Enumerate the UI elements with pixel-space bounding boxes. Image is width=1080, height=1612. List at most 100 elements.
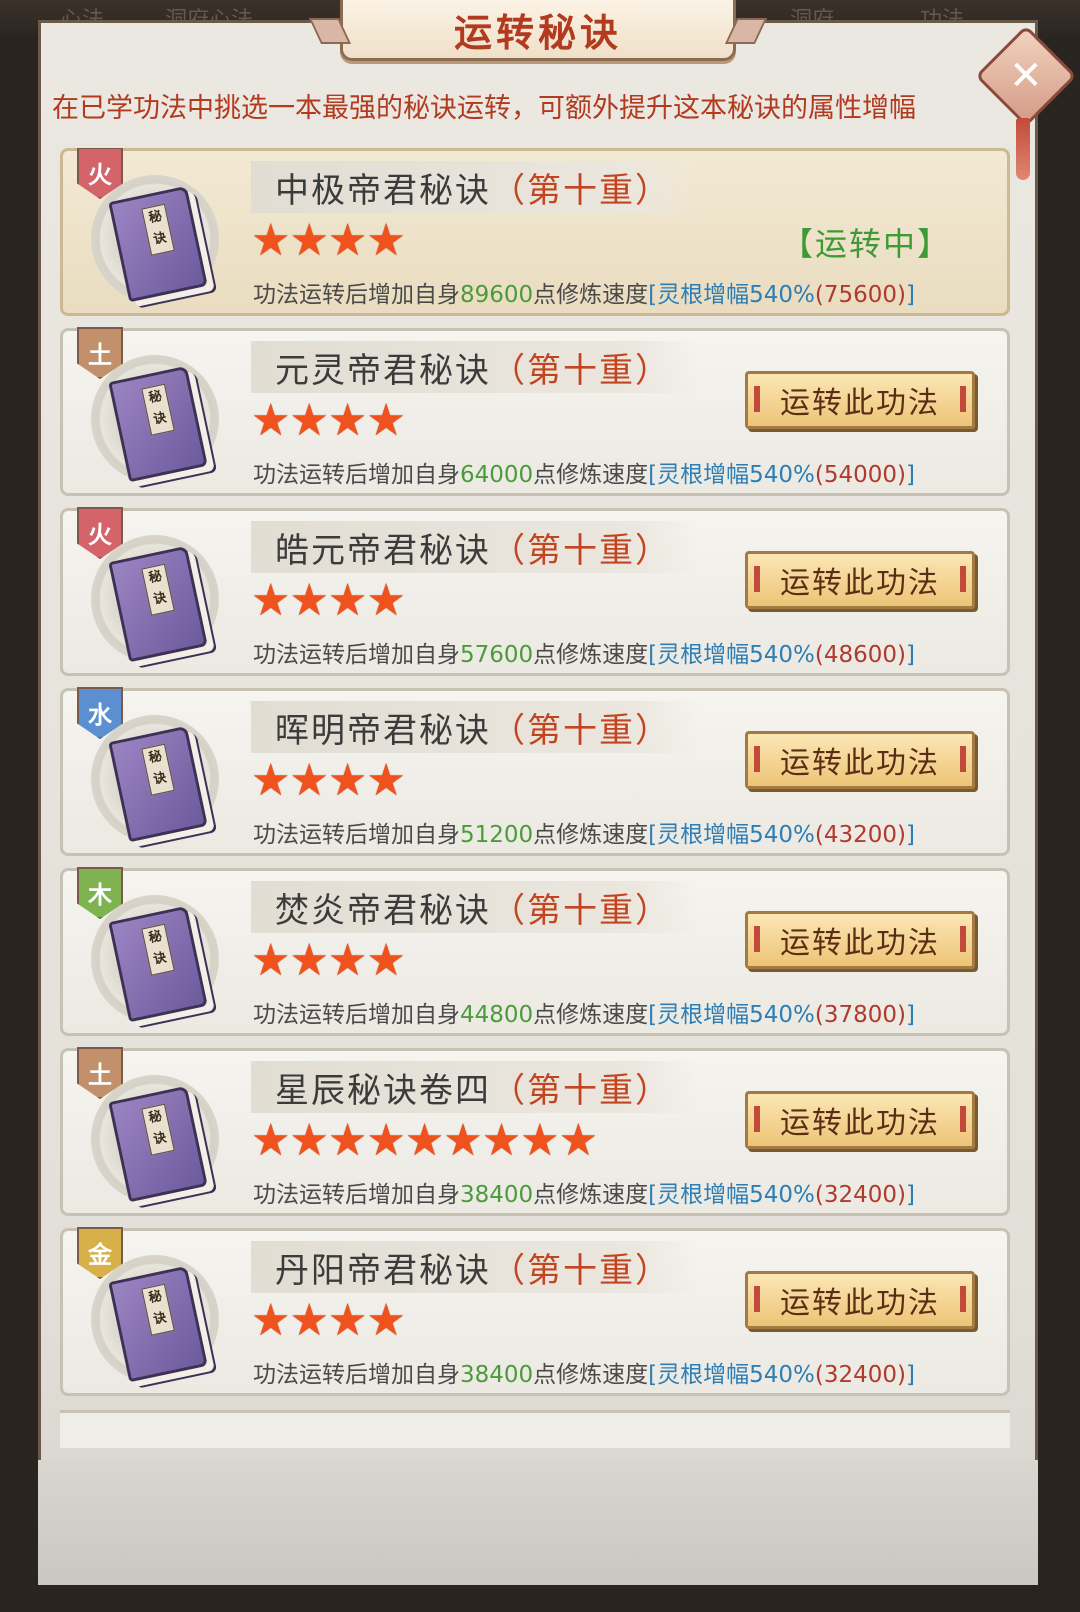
speed-value: 57600 [460,642,534,668]
speed-value: 64000 [460,462,534,488]
desc-suffix: 点修炼速度 [533,822,649,848]
bonus-value: (32400) [814,1362,907,1388]
star-icon: ★ [366,755,406,806]
run-technique-button[interactable]: 运转此功法 [745,731,975,789]
bonus-value: (75600) [814,282,907,308]
title-plate: 运转秘诀 [340,0,736,61]
technique-description: 功法运转后增加自身89600点修炼速度[灵根增幅540%(75600)] [253,275,915,309]
star-icon: ★ [289,935,329,986]
bonus-info: [灵根增幅540%(37800)] [648,1002,916,1028]
technique-name-text: 元灵帝君秘诀 [275,351,491,391]
technique-list[interactable]: 秘诀 火 中极帝君秘诀（第十重） ★ ★ ★ ★ 功法运转后增加自身89600点修炼速… [55,148,1015,1448]
star-icon: ★ [251,575,291,626]
star-icon: ★ [558,1115,599,1166]
speed-value: 38400 [460,1182,534,1208]
run-technique-button[interactable]: 运转此功法 [745,1091,975,1149]
book-label: 秘诀 [141,743,175,796]
technique-name: 中极帝君秘诀（第十重） [275,163,671,212]
book-label: 秘诀 [141,1103,175,1156]
desc-prefix: 功法运转后增加自身 [253,642,460,668]
run-technique-button[interactable]: 运转此功法 [745,371,975,429]
star-icon: ★ [251,215,291,266]
star-icon: ★ [251,395,291,446]
bonus-label: [灵根增幅540% [648,1362,815,1388]
technique-layer: （第十重） [491,1071,671,1111]
star-icon: ★ [327,935,368,986]
technique-description: 功法运转后增加自身38400点修炼速度[灵根增幅540%(32400)] [253,1175,915,1209]
book-label: 秘诀 [141,1283,175,1336]
star-icon: ★ [327,1115,368,1166]
star-rating: ★ ★ ★ ★ [251,935,406,986]
technique-row: 秘诀 土 元灵帝君秘诀（第十重） ★ ★ ★ ★ 功法运转后增加自身64000点修炼速… [60,327,1010,496]
technique-layer: （第十重） [491,351,671,391]
star-icon: ★ [520,1115,560,1166]
bonus-label: [灵根增幅540% [648,822,815,848]
technique-description: 功法运转后增加自身57600点修炼速度[灵根增幅540%(48600)] [253,635,915,669]
star-icon: ★ [404,1115,445,1166]
desc-suffix: 点修炼速度 [533,462,649,488]
run-technique-button[interactable]: 运转此功法 [745,911,975,969]
bonus-value: (43200) [814,822,907,848]
technique-description: 功法运转后增加自身64000点修炼速度[灵根增幅540%(54000)] [253,455,915,489]
technique-row: 秘诀 火 中极帝君秘诀（第十重） ★ ★ ★ ★ 功法运转后增加自身89600点修炼速… [60,148,1010,316]
dialog-footer [38,1460,1038,1585]
hint-text: 在已学功法中挑选一本最强的秘诀运转，可额外提升这本秘诀的属性增幅 [52,93,916,124]
bonus-label: [灵根增幅540% [648,462,815,488]
technique-name: 晖明帝君秘诀（第十重） [275,703,671,752]
run-technique-button[interactable]: 运转此功法 [745,551,975,609]
bonus-info: [灵根增幅540%(75600)] [648,282,916,308]
star-icon: ★ [251,755,291,806]
star-rating: ★ ★ ★ ★ [251,215,406,266]
technique-layer: （第十重） [491,171,671,211]
star-rating: ★ ★ ★ ★ [251,1295,406,1346]
page-title: 运转秘诀 [453,10,622,55]
bonus-info: [灵根增幅540%(48600)] [648,642,916,668]
star-icon: ★ [327,395,368,446]
desc-suffix: 点修炼速度 [533,1362,649,1388]
star-icon: ★ [366,935,406,986]
star-rating: ★ ★ ★ ★ ★ ★ ★ ★ ★ [251,1115,599,1166]
desc-suffix: 点修炼速度 [533,282,649,308]
desc-prefix: 功法运转后增加自身 [253,462,460,488]
technique-name-text: 晖明帝君秘诀 [275,711,491,751]
star-icon: ★ [289,575,329,626]
bonus-label: [灵根增幅540% [648,1182,815,1208]
desc-prefix: 功法运转后增加自身 [253,1362,460,1388]
star-icon: ★ [481,1115,522,1166]
technique-name: 星辰秘诀卷四（第十重） [275,1063,671,1112]
star-icon: ★ [289,755,329,806]
star-rating: ★ ★ ★ ★ [251,575,406,626]
technique-layer: （第十重） [491,891,671,931]
bonus-info: [灵根增幅540%(54000)] [648,462,916,488]
book-label: 秘诀 [141,563,175,616]
partial-row [60,1410,1010,1448]
star-icon: ★ [289,1115,329,1166]
bonus-info: [灵根增幅540%(32400)] [648,1362,916,1388]
bonus-info: [灵根增幅540%(43200)] [648,822,916,848]
technique-name: 丹阳帝君秘诀（第十重） [275,1243,671,1292]
technique-name-text: 焚炎帝君秘诀 [275,891,491,931]
book-label: 秘诀 [141,383,175,436]
bonus-label: [灵根增幅540% [648,642,815,668]
star-icon: ★ [251,1295,291,1346]
star-icon: ★ [443,1115,483,1166]
bonus-value: (32400) [814,1182,907,1208]
desc-suffix: 点修炼速度 [533,642,649,668]
star-icon: ★ [289,215,329,266]
technique-name: 焚炎帝君秘诀（第十重） [275,883,671,932]
speed-value: 38400 [460,1362,534,1388]
bonus-info: [灵根增幅540%(32400)] [648,1182,916,1208]
bonus-label: [灵根增幅540% [648,282,815,308]
technique-name: 皓元帝君秘诀（第十重） [275,523,671,572]
desc-prefix: 功法运转后增加自身 [253,282,460,308]
star-icon: ★ [366,215,406,266]
technique-row: 秘诀 土 星辰秘诀卷四（第十重） ★ ★ ★ ★ ★ ★ ★ ★ ★ 功法运转后增加自身3840… [60,1047,1010,1216]
star-icon: ★ [366,1115,406,1166]
technique-layer: （第十重） [491,531,671,571]
technique-row: 秘诀 火 皓元帝君秘诀（第十重） ★ ★ ★ ★ 功法运转后增加自身57600点修炼速… [60,507,1010,676]
technique-row: 秘诀 水 晖明帝君秘诀（第十重） ★ ★ ★ ★ 功法运转后增加自身51200点修炼速… [60,687,1010,856]
run-technique-button[interactable]: 运转此功法 [745,1271,975,1329]
bonus-value: (54000) [814,462,907,488]
technique-name-text: 皓元帝君秘诀 [275,531,491,571]
star-icon: ★ [327,755,368,806]
